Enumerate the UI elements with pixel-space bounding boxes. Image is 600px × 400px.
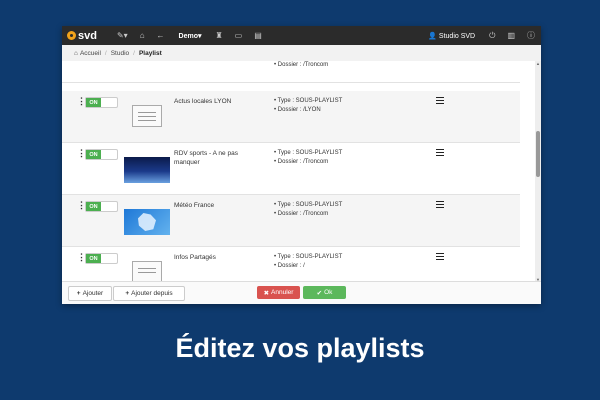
playlist-list: Dossier : /Troncom ⋮ ON Actus locales LY… [62, 61, 535, 282]
item-folder: Dossier : /LYON [274, 106, 342, 115]
add-from-button[interactable]: + Ajouter depuis [113, 286, 185, 301]
menu-icon[interactable] [436, 149, 444, 157]
item-type: Type : SOUS-PLAYLIST [274, 149, 343, 158]
ok-button-label: Ok [324, 289, 333, 296]
status-toggle[interactable]: ON [85, 97, 118, 108]
menu-icon[interactable] [436, 253, 444, 261]
demo-menu-label: Demo [178, 32, 198, 40]
display-icon[interactable]: ▭ [235, 31, 243, 40]
document-icon[interactable]: ▤ [254, 31, 262, 40]
scroll-thumb[interactable] [536, 131, 540, 177]
plus-icon: + [125, 290, 130, 297]
item-folder: Dossier : /Troncom [274, 158, 342, 167]
ok-button[interactable]: ✔ Ok [303, 286, 346, 299]
add-button-label: Ajouter [82, 290, 104, 297]
list-item: Dossier : /Troncom [62, 61, 520, 83]
item-type: Type : SOUS-PLAYLIST [274, 201, 343, 210]
demo-menu[interactable]: Demo▾ [179, 32, 202, 40]
scrollbar[interactable]: ▲ ▼ [535, 61, 541, 282]
item-title[interactable]: Infos Partagés [174, 253, 264, 262]
item-folder: Dossier : /Troncom [274, 61, 328, 70]
toggle-on-label: ON [86, 202, 101, 211]
check-icon: ✔ [316, 289, 323, 297]
breadcrumb-studio[interactable]: Studio [111, 50, 129, 57]
trophy-icon[interactable]: ♜ [216, 31, 223, 40]
breadcrumb-playlist: Playlist [138, 49, 162, 57]
cancel-button[interactable]: ✖ Annuler [257, 286, 300, 299]
add-button[interactable]: + Ajouter [68, 286, 112, 301]
list-item: ⋮ ON Météo France Type : SOUS-PLAYLIST D… [62, 195, 520, 247]
toggle-on-label: ON [86, 98, 101, 107]
action-footer: + Ajouter + Ajouter depuis ✖ Annuler ✔ Ok [62, 281, 541, 304]
home-icon[interactable]: ⌂ [140, 31, 145, 40]
list-item: ⋮ ON Actus locales LYON Type : SOUS-PLAY… [62, 91, 520, 143]
app-window: svd ✎▾ ⌂ ← Demo▾ ♜ ▭ ▤ 👤 Studio SVD ⏻ ▥ … [62, 26, 541, 304]
playlist-icon [124, 105, 170, 131]
add-from-button-label: Ajouter depuis [131, 290, 173, 297]
item-type: Type : SOUS-PLAYLIST [274, 97, 343, 106]
toggle-on-label: ON [86, 150, 101, 159]
page-caption: Éditez vos playlists [175, 333, 425, 363]
item-title[interactable]: RDV sports - A ne pas manquer [174, 149, 264, 167]
scroll-up-icon[interactable]: ▲ [535, 61, 541, 66]
toggle-on-label: ON [86, 254, 101, 263]
logo-icon [67, 31, 76, 40]
tools-icon[interactable]: ✎▾ [117, 31, 128, 40]
list-item: ⋮ ON RDV sports - A ne pas manquer Type … [62, 143, 520, 195]
item-type: Type : SOUS-PLAYLIST [274, 253, 343, 262]
plus-icon: + [76, 290, 81, 297]
playlist-icon [124, 261, 170, 282]
info-icon[interactable]: ⓘ [527, 30, 535, 41]
status-toggle[interactable]: ON [85, 201, 118, 212]
top-navbar: svd ✎▾ ⌂ ← Demo▾ ♜ ▭ ▤ 👤 Studio SVD ⏻ ▥ … [62, 26, 541, 45]
status-toggle[interactable]: ON [85, 149, 118, 160]
thumbnail-image [124, 209, 170, 235]
list-item: ⋮ ON Infos Partagés Type : SOUS-PLAYLIST… [62, 247, 520, 282]
user-name: Studio SVD [438, 32, 476, 40]
svd-logo[interactable]: svd [67, 30, 97, 42]
user-menu[interactable]: 👤 Studio SVD [428, 32, 475, 40]
breadcrumb-accueil[interactable]: Accueil [80, 50, 101, 57]
thumbnail-image [124, 157, 170, 183]
item-title[interactable]: Actus locales LYON [174, 97, 264, 106]
cancel-button-label: Annuler [271, 289, 294, 296]
back-icon[interactable]: ← [157, 31, 165, 40]
breadcrumb: ⌂ Accueil / Studio / Playlist [62, 45, 541, 62]
menu-icon[interactable] [436, 97, 444, 105]
status-toggle[interactable]: ON [85, 253, 118, 264]
book-icon[interactable]: ▥ [507, 31, 515, 40]
menu-icon[interactable] [436, 201, 444, 209]
home-small-icon: ⌂ [74, 49, 78, 57]
logo-text: svd [78, 29, 97, 42]
item-folder: Dossier : /Troncom [274, 210, 342, 219]
item-title[interactable]: Météo France [174, 201, 264, 210]
item-folder: Dossier : / [274, 262, 342, 271]
power-icon[interactable]: ⏻ [489, 31, 495, 41]
close-icon: ✖ [263, 289, 270, 297]
